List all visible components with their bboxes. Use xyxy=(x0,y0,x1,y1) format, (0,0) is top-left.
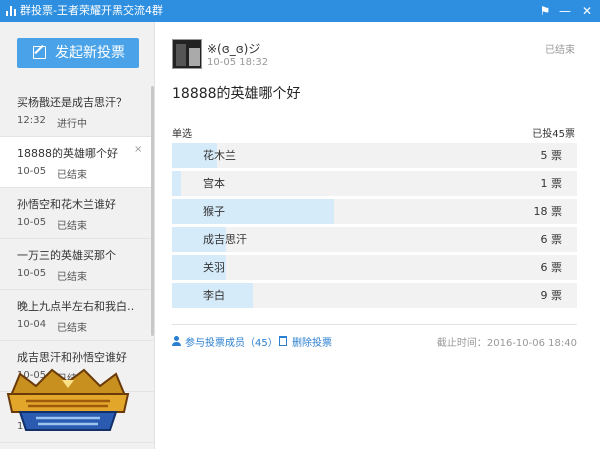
vote-option-count: 18 票 xyxy=(533,205,563,218)
vote-item-title: 18888的英雄哪个好 xyxy=(17,147,118,160)
vote-option-name: 宫本 xyxy=(203,177,225,190)
delete-vote-link[interactable]: 删除投票 xyxy=(279,334,332,349)
vote-item-title: 成吉思汗和孙悟空谁好 xyxy=(17,351,127,364)
new-vote-button[interactable]: 发起新投票 xyxy=(17,38,139,68)
vote-option: 关羽 6 票 xyxy=(172,255,577,280)
sidebar-scrollbar[interactable] xyxy=(151,86,154,336)
vote-option: 成吉思汗 6 票 xyxy=(172,227,577,252)
vote-question: 18888的英雄哪个好 xyxy=(172,86,301,102)
vote-option-name: 花木兰 xyxy=(203,149,236,162)
post-time: 10-05 18:32 xyxy=(207,57,269,68)
vote-option-count: 6 票 xyxy=(540,261,563,274)
vote-item-date: 10-05 xyxy=(17,166,47,177)
vote-item-status: 已结束 xyxy=(57,272,87,283)
vote-item-status: 进行中 xyxy=(57,119,87,130)
vote-option-name: 李白 xyxy=(203,289,225,302)
vote-item-status: 已结束 xyxy=(57,221,87,232)
edit-icon xyxy=(33,46,46,59)
vote-list-item[interactable]: 一万三的英雄买那个 10-05 已结束 xyxy=(0,239,154,290)
vote-type-label: 单选 xyxy=(172,129,192,140)
participants-label: 参与投票成员（45） xyxy=(185,338,278,349)
vote-item-date: 10-05 xyxy=(17,217,47,228)
close-icon[interactable]: × xyxy=(134,144,142,155)
vote-option-bar xyxy=(172,199,334,224)
vote-list-item-selected[interactable]: 18888的英雄哪个好 10-05 已结束 × xyxy=(0,137,154,188)
vote-item-status: 已结束 xyxy=(57,170,87,181)
vote-option: 宫本 1 票 xyxy=(172,171,577,196)
vote-item-date: 10-05 xyxy=(17,268,47,279)
window-title: 群投票-王者荣耀开黑交流4群 xyxy=(20,4,163,17)
vote-list-item[interactable]: 买杨戬还是成吉思汗？ 12:32 进行中 xyxy=(0,86,154,137)
avatar[interactable] xyxy=(172,39,202,69)
vote-item-date: 12:32 xyxy=(17,115,46,126)
vote-detail: ※(ɞ_ɞ)ジ 10-05 18:32 已结束 18888的英雄哪个好 单选 已… xyxy=(155,22,600,449)
author-name: ※(ɞ_ɞ)ジ xyxy=(207,42,261,56)
delete-vote-label: 删除投票 xyxy=(292,338,332,349)
vote-item-title: 晚上九点半左右和我白… xyxy=(17,300,135,313)
vote-option-name: 猴子 xyxy=(203,205,225,218)
vote-item-status: 已结束 xyxy=(57,323,87,334)
trash-icon xyxy=(279,336,287,346)
vote-option-name: 关羽 xyxy=(203,261,225,274)
vote-list-item[interactable]: 晚上九点半左右和我白… 10-04 已结束 xyxy=(0,290,154,341)
game-logo xyxy=(6,368,130,431)
vote-item-title: 一万三的英雄买那个 xyxy=(17,249,116,262)
vote-option-count: 9 票 xyxy=(540,289,563,302)
vote-option-count: 6 票 xyxy=(540,233,563,246)
pin-icon[interactable]: ⚑ xyxy=(536,0,554,22)
divider xyxy=(172,324,577,325)
minimize-button[interactable]: — xyxy=(556,0,574,22)
user-icon xyxy=(172,336,181,346)
vote-item-title: 买杨戬还是成吉思汗？ xyxy=(17,96,127,109)
close-button[interactable]: ✕ xyxy=(578,0,596,22)
vote-option-count: 5 票 xyxy=(540,149,563,162)
vote-option-name: 成吉思汗 xyxy=(203,233,247,246)
title-bar: 群投票-王者荣耀开黑交流4群 ⚑ — ✕ xyxy=(0,0,600,22)
vote-total-label: 已投45票 xyxy=(532,129,575,140)
vote-options: 花木兰 5 票 宫本 1 票 猴子 18 票 成吉思汗 6 票 关羽 6 票 李… xyxy=(172,143,577,311)
vote-item-date: 10-04 xyxy=(17,319,47,330)
chart-icon xyxy=(6,6,16,16)
vote-list-item[interactable]: 孙悟空和花木兰谁好 10-05 已结束 xyxy=(0,188,154,239)
vote-option-count: 1 票 xyxy=(540,177,563,190)
vote-option: 猴子 18 票 xyxy=(172,199,577,224)
participants-link[interactable]: 参与投票成员（45） xyxy=(172,334,278,349)
new-vote-label: 发起新投票 xyxy=(55,45,125,61)
vote-option: 李白 9 票 xyxy=(172,283,577,308)
vote-option: 花木兰 5 票 xyxy=(172,143,577,168)
vote-option-bar xyxy=(172,171,181,196)
vote-item-title: 孙悟空和花木兰谁好 xyxy=(17,198,116,211)
status-badge: 已结束 xyxy=(545,45,575,56)
deadline-text: 截止时间：2016-10-06 18:40 xyxy=(436,338,577,349)
